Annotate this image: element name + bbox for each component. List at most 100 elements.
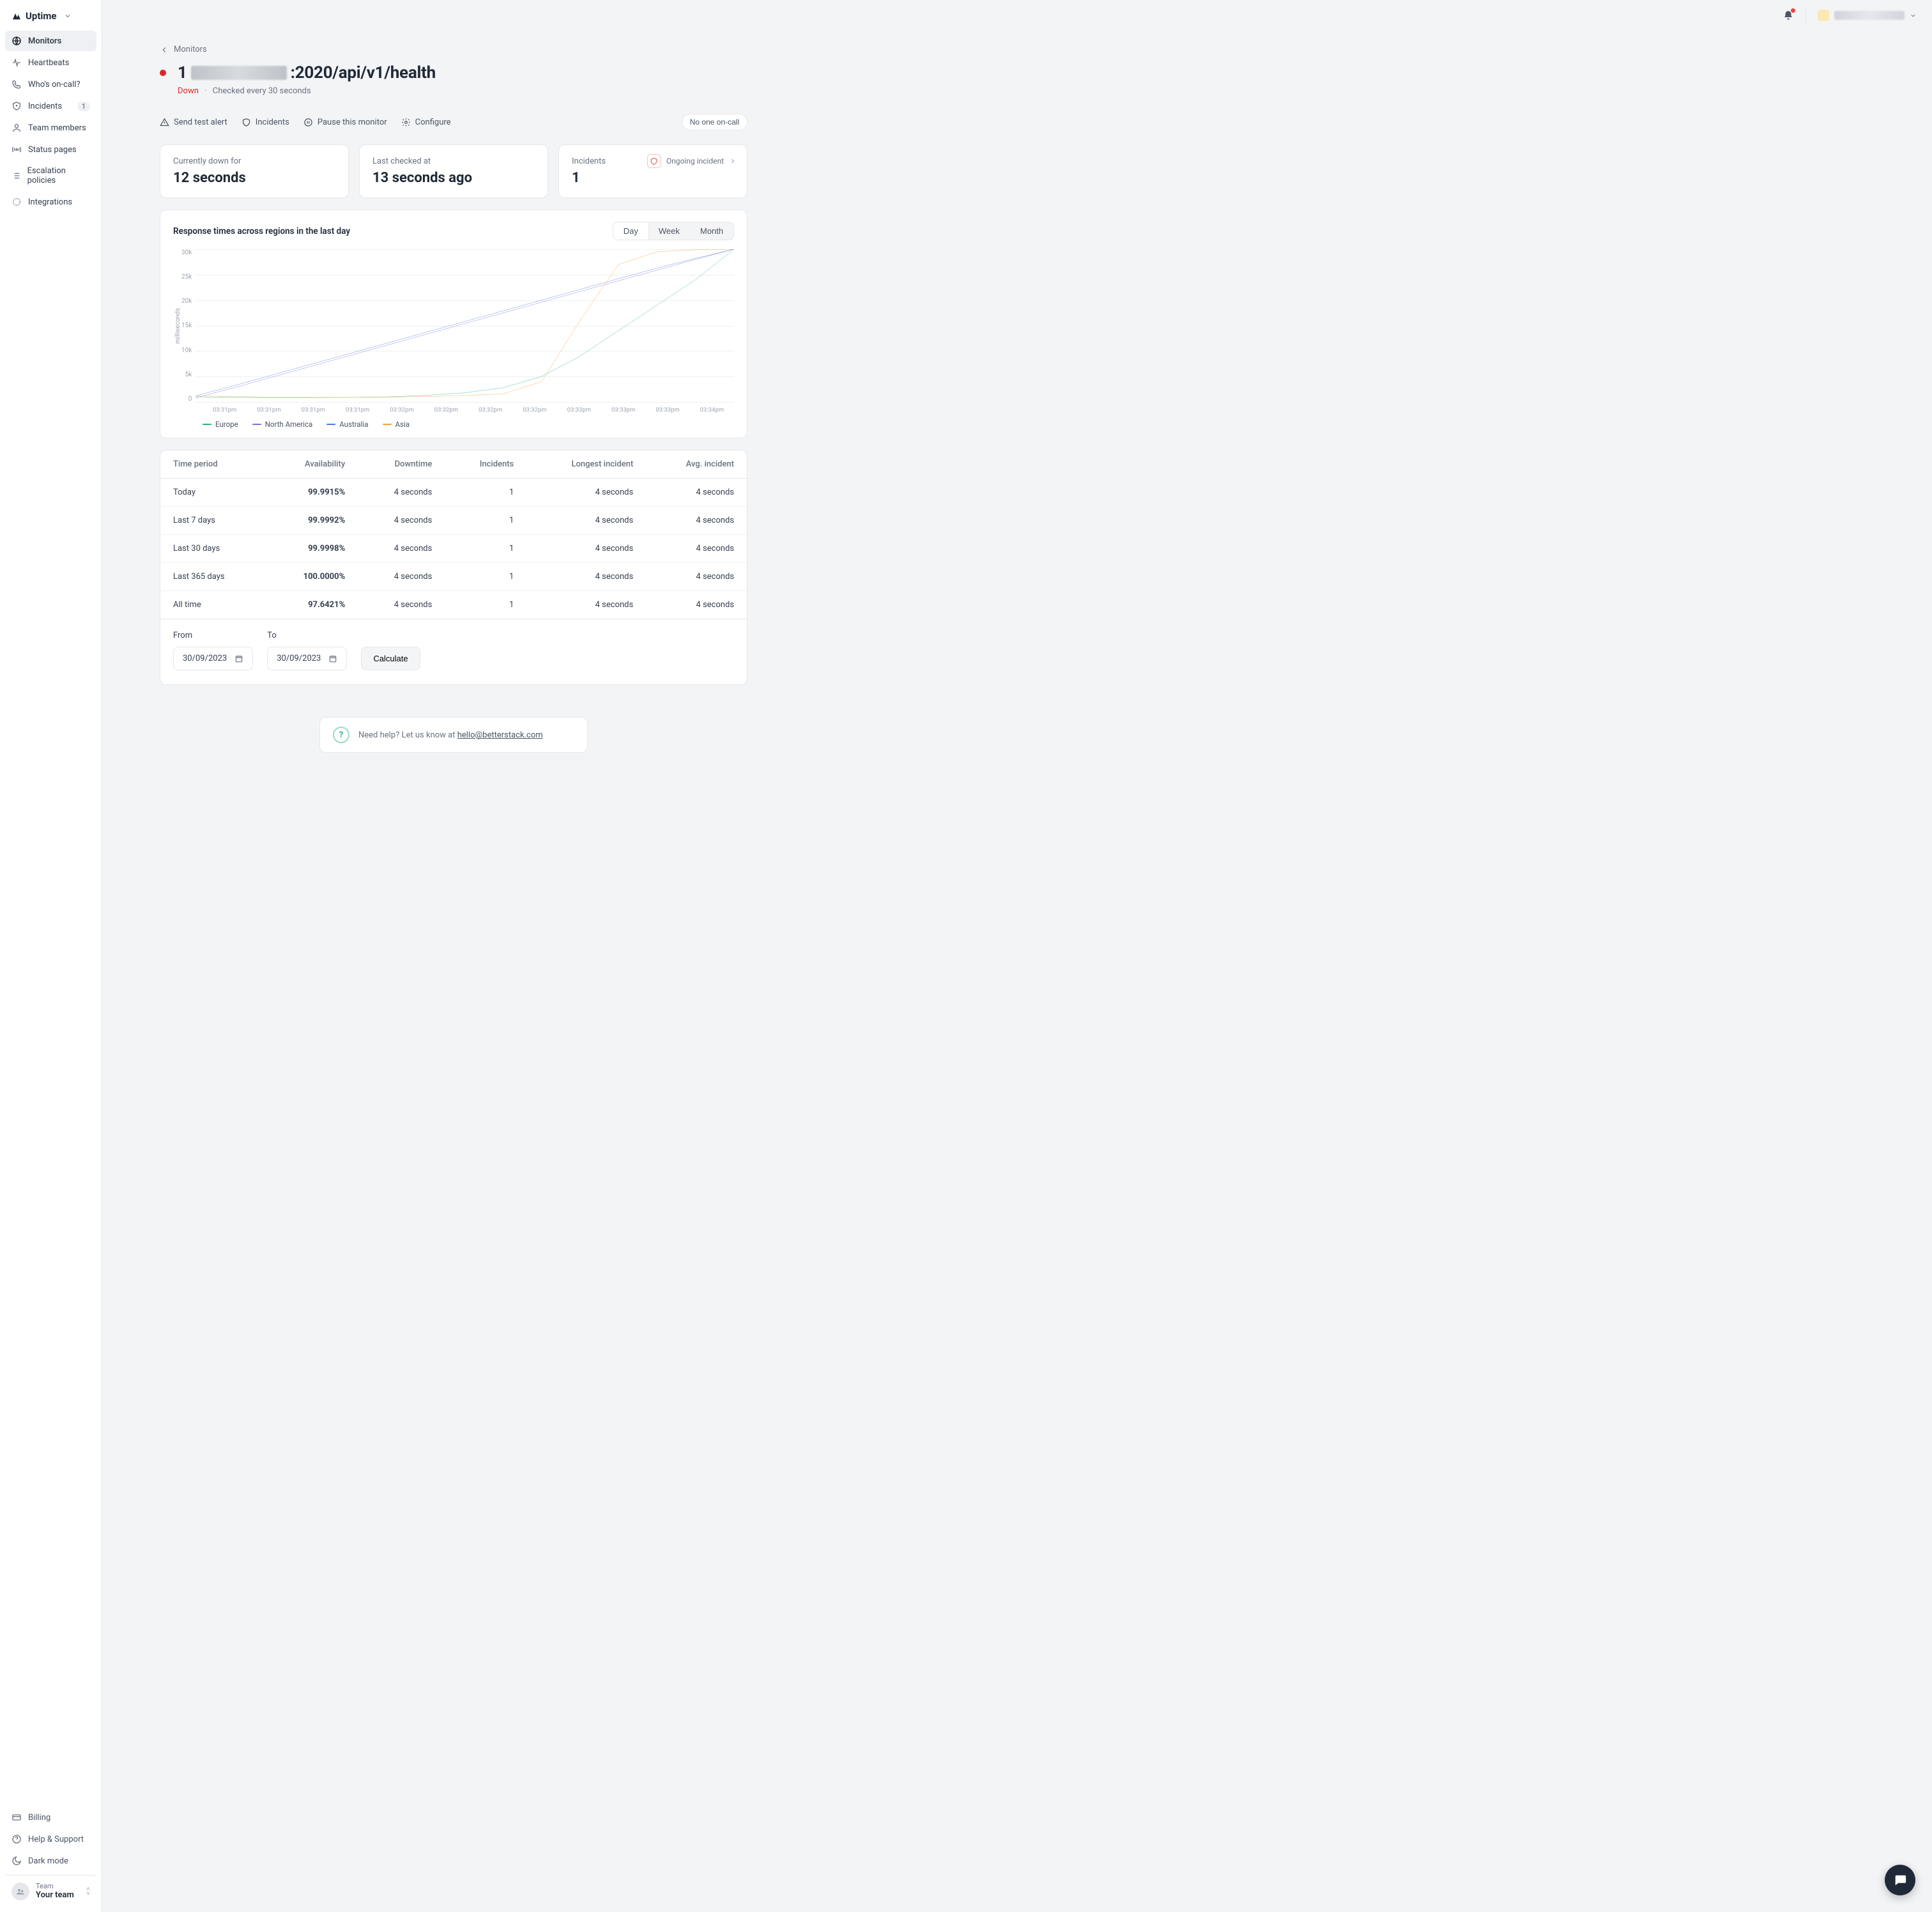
sidebar-item-dark-mode[interactable]: Dark mode: [5, 1851, 96, 1871]
x-tick: 03:31pm: [247, 406, 291, 413]
legend-item[interactable]: Europe: [203, 420, 238, 429]
legend-swatch: [203, 424, 211, 425]
x-tick: 03:31pm: [203, 406, 247, 413]
sidebar-item-team-members[interactable]: Team members: [5, 118, 96, 138]
chart-tab-week[interactable]: Week: [648, 222, 690, 240]
cell: Today: [160, 479, 266, 507]
from-label: From: [173, 631, 253, 640]
table-row: Last 30 days99.9998%4 seconds14 seconds4…: [160, 535, 747, 563]
user-name-redacted: [1834, 11, 1905, 20]
cell: 97.6421%: [266, 591, 358, 619]
cell: 4 seconds: [526, 591, 646, 619]
y-tick: 30k: [181, 249, 192, 256]
no-one-on-call-button[interactable]: No one on-call: [682, 114, 747, 130]
chevron-left-icon: [160, 45, 169, 54]
brand[interactable]: Uptime: [5, 5, 96, 31]
stat-last-checked: Last checked at 13 seconds ago: [359, 144, 548, 198]
sidebar-badge: 1: [77, 102, 90, 111]
user-menu[interactable]: [1818, 10, 1917, 21]
cell: 1: [445, 479, 526, 507]
shield-icon: [12, 101, 22, 111]
sidebar-item-integrations[interactable]: Integrations: [5, 192, 96, 212]
cell: 4 seconds: [526, 507, 646, 535]
y-axis-label: milliseconds: [173, 249, 181, 403]
table-row: Last 7 days99.9992%4 seconds14 seconds4 …: [160, 507, 747, 535]
sidebar-item-billing[interactable]: Billing: [5, 1807, 96, 1828]
puzzle-icon: [12, 197, 22, 207]
cell: 4 seconds: [526, 535, 646, 563]
sidebar-item-escalation-policies[interactable]: Escalation policies: [5, 161, 96, 190]
calendar-icon: [328, 654, 337, 663]
calculate-button[interactable]: Calculate: [361, 647, 420, 670]
help-icon: ?: [333, 727, 349, 743]
chevron-down-icon[interactable]: [64, 12, 72, 20]
help-email-link[interactable]: hello@betterstack.com: [457, 730, 543, 740]
sidebar-item-label: Billing: [28, 1813, 50, 1823]
y-tick: 0: [181, 396, 192, 403]
chat-fab[interactable]: [1885, 1865, 1915, 1895]
cell: 4 seconds: [646, 563, 747, 591]
y-tick: 20k: [181, 298, 192, 305]
to-date-input[interactable]: 30/09/2023: [267, 647, 347, 670]
sidebar-item-label: Help & Support: [28, 1835, 84, 1844]
table-body: Today99.9915%4 seconds14 seconds4 second…: [160, 479, 747, 619]
legend-swatch: [383, 424, 392, 425]
chart-range-tabs: DayWeekMonth: [613, 222, 734, 240]
pause-icon: [303, 118, 313, 127]
sidebar: Uptime MonitorsHeartbeatsWho's on-call?I…: [0, 0, 102, 1912]
status-text: Down: [178, 86, 199, 96]
divider: [1805, 8, 1806, 22]
chart-tab-month[interactable]: Month: [690, 222, 733, 240]
notifications-button[interactable]: [1782, 10, 1794, 21]
col-header: Time period: [160, 451, 266, 479]
cell: 99.9992%: [266, 507, 358, 535]
incidents-button[interactable]: Incidents: [241, 118, 289, 127]
date-range-row: From 30/09/2023 To 30/09/2023 Calculate: [160, 619, 747, 684]
shield-icon: [241, 118, 251, 127]
card-icon: [12, 1812, 22, 1823]
cell: 1: [445, 563, 526, 591]
y-tick: 15k: [181, 322, 192, 329]
legend-item[interactable]: Australia: [326, 420, 368, 429]
sidebar-item-status-pages[interactable]: Status pages: [5, 139, 96, 160]
availability-table-card: Time periodAvailabilityDowntimeIncidents…: [160, 450, 747, 685]
sidebar-item-label: Status pages: [28, 145, 77, 155]
cell: All time: [160, 591, 266, 619]
cell: 4 seconds: [526, 563, 646, 591]
legend-swatch: [326, 424, 335, 425]
table-header-row: Time periodAvailabilityDowntimeIncidents…: [160, 451, 747, 479]
series-north-america: [195, 249, 734, 398]
chevron-down-icon: [1910, 12, 1917, 19]
actions-row: Send test alert Incidents Pause this mon…: [160, 114, 747, 133]
x-tick: 03:32pm: [512, 406, 556, 413]
sidebar-item-help-support[interactable]: Help & Support: [5, 1829, 96, 1849]
sidebar-item-label: Dark mode: [28, 1856, 68, 1866]
ongoing-incident-link[interactable]: Ongoing incident: [647, 154, 737, 168]
configure-button[interactable]: Configure: [401, 118, 451, 127]
status-dot: [160, 70, 166, 76]
team-name: Your team: [36, 1890, 74, 1900]
chart-plot[interactable]: [195, 249, 734, 403]
legend-item[interactable]: Asia: [383, 420, 410, 429]
nav-main: MonitorsHeartbeatsWho's on-call?Incident…: [5, 31, 96, 212]
globe-icon: [12, 36, 22, 46]
pause-monitor-button[interactable]: Pause this monitor: [303, 118, 387, 127]
cell: 1: [445, 507, 526, 535]
legend-item[interactable]: North America: [252, 420, 313, 429]
x-tick: 03:33pm: [645, 406, 689, 413]
cell: Last 30 days: [160, 535, 266, 563]
chart-tab-day[interactable]: Day: [613, 222, 648, 240]
team-switcher[interactable]: Team Your team ˄˅: [5, 1875, 96, 1907]
send-test-alert-button[interactable]: Send test alert: [160, 118, 227, 127]
breadcrumb-back[interactable]: Monitors: [160, 45, 747, 54]
cell: 4 seconds: [646, 591, 747, 619]
help-strip: ? Need help? Let us know at hello@better…: [319, 717, 588, 753]
col-header: Incidents: [445, 451, 526, 479]
from-date-input[interactable]: 30/09/2023: [173, 647, 253, 670]
pulse-icon: [12, 58, 22, 68]
sidebar-item-who-s-on-call-[interactable]: Who's on-call?: [5, 74, 96, 95]
sidebar-item-monitors[interactable]: Monitors: [5, 31, 96, 51]
stat-incidents: Incidents 1 Ongoing incident: [558, 144, 747, 198]
sidebar-item-heartbeats[interactable]: Heartbeats: [5, 52, 96, 73]
sidebar-item-incidents[interactable]: Incidents1: [5, 96, 96, 116]
